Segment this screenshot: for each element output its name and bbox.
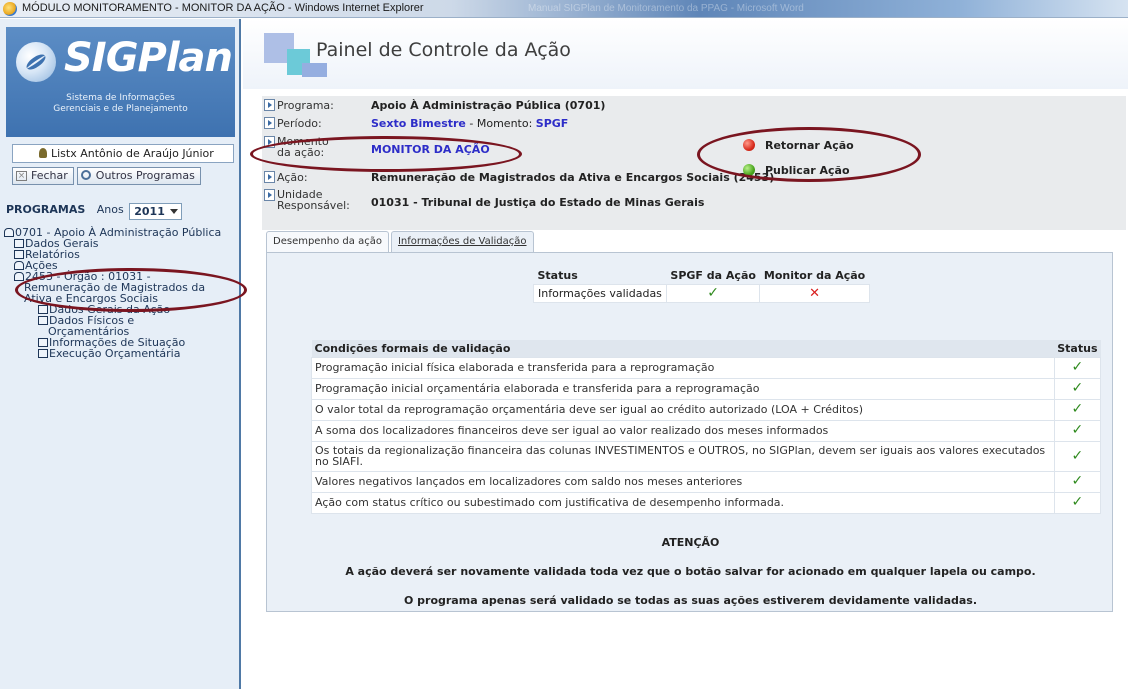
years-label: Anos: [96, 203, 124, 216]
notice-heading: ATENÇÃO: [661, 536, 720, 549]
publish-icon: [743, 164, 755, 176]
validation-notice: ATENÇÃO A ação deverá ser novamente vali…: [267, 536, 1114, 623]
condition-text: Ação com status crítico ou subestimado c…: [311, 491, 1055, 514]
table-row: Programação inicial física elaborada e t…: [311, 356, 1102, 379]
folder-open-icon: [14, 261, 24, 270]
table-row: Valores negativos lançados em localizado…: [311, 470, 1102, 493]
tab-validacao[interactable]: Informações de Validação: [390, 231, 534, 252]
page-icon: [38, 338, 48, 347]
sigplan-logo: SIGPlan Sistema de Informações Gerenciai…: [6, 27, 235, 137]
conditions-status-header: Status: [1054, 340, 1101, 357]
tree-execucao[interactable]: Execução Orçamentária: [4, 348, 221, 359]
year-select[interactable]: 2011: [129, 203, 183, 220]
condition-text: Programação inicial física elaborada e t…: [311, 356, 1055, 379]
momento-value: MONITOR DA AÇÃO: [371, 143, 490, 156]
internet-explorer-icon: [3, 2, 17, 16]
page-icon: [38, 316, 48, 325]
page-title: Painel de Controle da Ação: [316, 39, 571, 61]
table-row: A soma dos localizadores financeiros dev…: [311, 419, 1102, 442]
publish-action-button[interactable]: Publicar Ação: [743, 164, 850, 177]
window-titlebar: MÓDULO MONITORAMENTO - MONITOR DA AÇÃO -…: [0, 0, 1128, 18]
info-unidade: Unidade Responsável: 01031 - Tribunal de J…: [264, 189, 704, 211]
sidebar: SIGPlan Sistema de Informações Gerenciai…: [0, 19, 241, 689]
chevron-down-icon: [170, 209, 179, 214]
table-row: Os totais da regionalização financeira d…: [311, 440, 1102, 472]
background-window-title: Manual SIGPlan de Monitoramento da PPAG …: [528, 3, 804, 14]
check-icon: ✓: [1071, 359, 1084, 375]
monitor-col-header: Monitor da Ação: [763, 268, 866, 282]
table-row: Informações validadas ✓ ✕: [533, 283, 870, 303]
status-col-header: Status: [537, 268, 578, 282]
check-icon: ✓: [1071, 422, 1084, 438]
condition-text: Os totais da regionalização financeira d…: [311, 440, 1055, 472]
other-programs-button[interactable]: Outros Programas: [76, 167, 201, 185]
condition-text: Programação inicial orçamentária elabora…: [311, 377, 1055, 400]
info-acao: Ação: Remuneração de Magistrados da Ativa…: [264, 171, 774, 184]
notice-line-2: O programa apenas será validado se todas…: [403, 594, 978, 607]
cross-icon: ✕: [809, 285, 821, 301]
condition-text: O valor total da reprogramação orçamentá…: [311, 398, 1055, 421]
sigplan-logo-icon: [16, 42, 56, 82]
tab-desempenho[interactable]: Desempenho da ação: [266, 231, 389, 252]
check-icon: ✓: [1071, 401, 1084, 417]
page-icon: [38, 305, 48, 314]
arrow-right-icon: [264, 117, 275, 129]
page-header: Painel de Controle da Ação: [243, 19, 1128, 89]
check-icon: ✓: [1071, 447, 1084, 464]
table-row: Ação com status crítico ou subestimado c…: [311, 491, 1102, 514]
logo-subtitle: Sistema de Informações Gerenciais e de P…: [53, 93, 188, 114]
condition-text: Valores negativos lançados em localizado…: [311, 470, 1055, 493]
close-button[interactable]: × Fechar: [12, 167, 74, 185]
check-icon: ✓: [1071, 473, 1084, 489]
arrow-right-icon: [264, 171, 275, 183]
tab-bar: Desempenho da ação Informações de Validaç…: [266, 231, 536, 252]
check-icon: ✓: [1071, 494, 1084, 510]
status-table: Status SPGF da Ação Monitor da Ação Info…: [533, 267, 870, 303]
programs-filter: PROGRAMAS Anos 2011: [6, 203, 183, 220]
folder-open-icon: [14, 272, 24, 281]
page-icon: [38, 349, 48, 358]
info-momento: Momento da ação: MONITOR DA AÇÃO: [264, 136, 490, 158]
validation-panel: Status SPGF da Ação Monitor da Ação Info…: [266, 252, 1113, 612]
table-row: Programação inicial orçamentária elabora…: [311, 377, 1102, 400]
table-row: O valor total da reprogramação orçamentá…: [311, 398, 1102, 421]
return-icon: [743, 139, 755, 151]
close-icon: ×: [16, 171, 27, 181]
check-icon: ✓: [707, 285, 720, 301]
window-title: MÓDULO MONITORAMENTO - MONITOR DA AÇÃO -…: [22, 2, 424, 14]
notice-line-1: A ação deverá ser novamente validada tod…: [345, 565, 1036, 578]
main-content: Painel de Controle da Ação Programa: Apoi…: [243, 19, 1128, 689]
folder-open-icon: [4, 228, 14, 237]
page-icon: [14, 250, 24, 259]
page-icon: [14, 239, 24, 248]
return-action-button[interactable]: Retornar Ação: [743, 139, 854, 152]
check-icon: ✓: [1071, 380, 1084, 396]
action-info-panel: Programa: Apoio À Administração Pública (…: [262, 96, 1126, 230]
conditions-header: Condições formais de validação: [311, 340, 1055, 357]
user-name-box: Listx Antônio de Araújo Júnior: [12, 144, 234, 163]
spgf-col-header: SPGF da Ação: [670, 268, 756, 282]
conditions-table: Condições formais de validação Status Pr…: [311, 340, 1102, 514]
programs-label: PROGRAMAS: [6, 203, 86, 216]
status-row-label: Informações validadas: [533, 283, 667, 303]
info-programa: Programa: Apoio À Administração Pública (…: [264, 99, 605, 112]
monitor-status-cell: ✕: [759, 283, 870, 303]
tree-dados-fisicos[interactable]: Dados Físicos e Orçamentários: [4, 315, 204, 337]
condition-text: A soma dos localizadores financeiros dev…: [311, 419, 1055, 442]
spgf-status-cell: ✓: [665, 283, 761, 303]
arrow-right-icon: [264, 136, 275, 148]
tree-acao-2453[interactable]: 2453 - Órgão : 01031 - Remuneração de Ma…: [4, 271, 214, 304]
user-key-icon: [39, 148, 47, 158]
arrow-right-icon: [264, 189, 275, 201]
program-tree: 0701 - Apoio À Administração Pública Dad…: [4, 227, 221, 359]
info-periodo: Período: Sexto Bimestre - Momento: SPGF: [264, 117, 568, 130]
logo-name: SIGPlan: [64, 35, 233, 81]
arrow-right-icon: [264, 99, 275, 111]
search-icon: [80, 170, 91, 180]
user-name: Listx Antônio de Araújo Júnior: [51, 147, 214, 160]
